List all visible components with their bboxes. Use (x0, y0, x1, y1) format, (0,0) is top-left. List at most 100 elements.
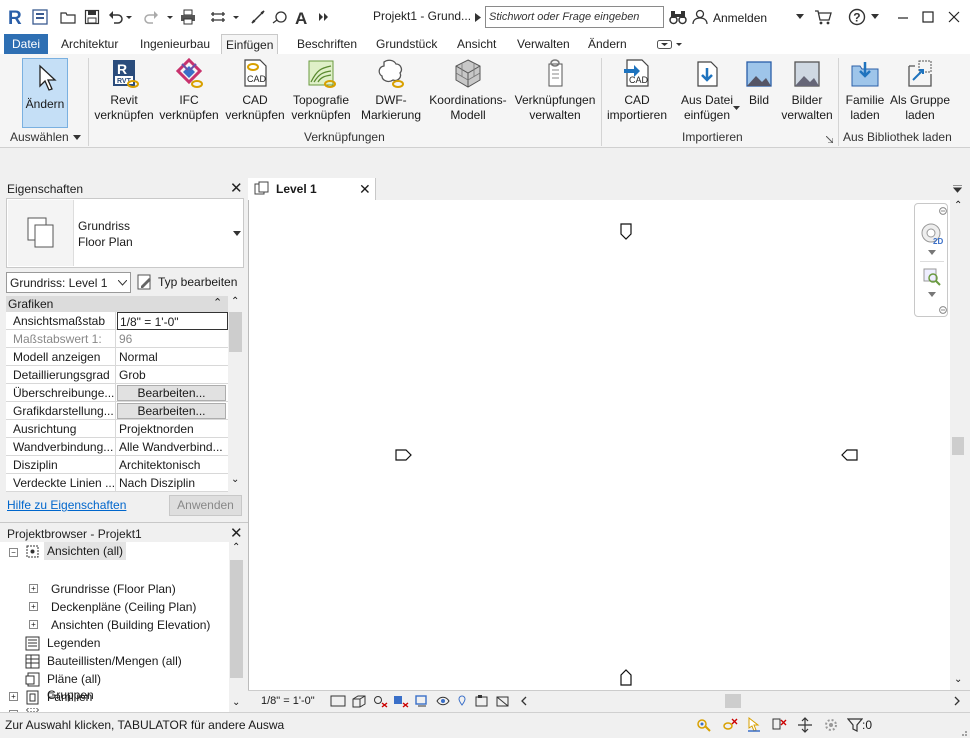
scroll-down-icon[interactable]: ⌄ (231, 474, 239, 485)
tree-item-ceiling-plans[interactable]: Deckenpläne (Ceiling Plan) (51, 598, 196, 616)
expand-toggle-icon[interactable]: + (29, 584, 38, 593)
tab-datei[interactable]: Datei (4, 34, 49, 54)
view-tab-level1[interactable]: Level 1 ✕ (248, 178, 376, 200)
edit-overrides-button[interactable]: Bearbeiten... (117, 385, 226, 401)
detail-level-icon[interactable] (330, 694, 346, 708)
scroll-up-icon[interactable]: ⌃ (954, 200, 962, 211)
tab-aendern[interactable]: Ändern (584, 34, 631, 54)
ribbon-minimize-icon[interactable] (657, 40, 683, 50)
browser-close-icon[interactable]: ✕ (230, 526, 243, 541)
expand-toggle-icon[interactable]: + (29, 602, 38, 611)
tree-item-views[interactable]: Ansichten (all) (44, 542, 127, 560)
revit-logo-icon[interactable]: R (7, 7, 23, 27)
undo-icon[interactable] (108, 9, 124, 25)
drag-elements-icon[interactable] (823, 717, 839, 733)
navbar-close-icon[interactable] (939, 207, 947, 215)
cart-icon[interactable] (814, 9, 832, 25)
view-hscroll-thumb[interactable] (725, 694, 741, 708)
reveal-hidden-icon[interactable] (474, 694, 490, 708)
tree-item-schedules[interactable]: Bauteillisten/Mengen (all) (47, 652, 182, 670)
view-scale[interactable]: 1/8" = 1'-0" (261, 695, 315, 707)
filter-count[interactable]: :0 (862, 718, 872, 732)
prop-row-detail-level[interactable]: Detaillierungsgrad Grob (6, 366, 228, 384)
shadows-icon[interactable] (393, 694, 409, 708)
zoom-dropdown-icon[interactable] (928, 292, 936, 298)
prop-value[interactable]: Grob (117, 366, 228, 384)
prop-row-discipline[interactable]: Disziplin Architektonisch (6, 456, 228, 474)
properties-scrollbar[interactable]: ⌃ ⌄ (228, 296, 243, 490)
prop-value[interactable]: Nach Disziplin (117, 474, 228, 492)
prop-row-graphic-display[interactable]: Grafikdarstellung... Bearbeiten... (6, 402, 228, 420)
cad-link-button[interactable]: CAD CAD verknüpfen (223, 58, 287, 123)
modify-button[interactable]: Ändern (22, 58, 68, 128)
prop-value-input[interactable]: 1/8" = 1'-0" (117, 312, 228, 330)
ifc-link-button[interactable]: IFC verknüpfen (158, 58, 220, 123)
load-family-button[interactable]: Familie laden (841, 58, 889, 123)
text-icon[interactable]: A (294, 9, 310, 25)
prop-row-scale[interactable]: Ansichtsmaßstab 1/8" = 1'-0" (6, 312, 228, 330)
worksets-icon[interactable] (696, 717, 712, 733)
type-selector[interactable]: Grundriss Floor Plan (6, 198, 244, 268)
tag-icon[interactable] (272, 9, 288, 25)
search-input[interactable]: Stichwort oder Frage eingeben (485, 6, 664, 28)
select-panel-label[interactable]: Auswählen (10, 130, 69, 144)
sun-path-icon[interactable] (372, 694, 388, 708)
tree-item-legends[interactable]: Legenden (47, 634, 100, 652)
select-links-icon[interactable] (722, 717, 738, 733)
coordination-model-button[interactable]: Koordinations- Modell (426, 58, 510, 123)
expand-toggle-icon[interactable]: + (9, 692, 18, 701)
save-icon[interactable] (84, 9, 100, 25)
filter-icon[interactable] (847, 717, 863, 733)
user-icon[interactable] (692, 9, 708, 25)
prop-row-hidden-lines[interactable]: Verdeckte Linien ... Nach Disziplin (6, 474, 228, 492)
open-icon[interactable] (60, 9, 76, 25)
manage-images-button[interactable]: Bilder verwalten (778, 58, 836, 123)
elevation-marker-south-icon[interactable] (619, 667, 633, 687)
elevation-marker-north-icon[interactable] (619, 222, 633, 242)
crop-view-icon[interactable] (414, 694, 430, 708)
elevation-marker-east-icon[interactable] (839, 448, 859, 462)
insert-file-dropdown-icon[interactable] (733, 106, 740, 111)
visual-style-icon[interactable] (351, 694, 367, 708)
help-dropdown-icon[interactable] (871, 14, 879, 20)
scroll-right-icon[interactable] (954, 696, 961, 706)
prop-row-orientation[interactable]: Ausrichtung Projektnorden (6, 420, 228, 438)
measure-icon[interactable] (210, 9, 226, 25)
help-icon[interactable]: ? (848, 8, 866, 26)
signin-dropdown-icon[interactable] (796, 14, 804, 20)
scroll-down-icon[interactable]: ⌄ (232, 697, 240, 708)
resize-grip-icon[interactable] (958, 729, 968, 737)
print-icon[interactable] (180, 9, 196, 25)
topo-link-button[interactable]: Topografie verknüpfen (289, 58, 353, 123)
more-quickaccess-icon[interactable] (318, 9, 330, 25)
revit-link-button[interactable]: R RVT Revit verknüpfen (92, 58, 156, 123)
tab-architektur[interactable]: Architektur (57, 34, 122, 54)
view-vscroll-thumb[interactable] (952, 437, 964, 455)
navbar-options-icon[interactable] (939, 306, 947, 314)
tree-item-groups[interactable]: Gruppen (47, 686, 94, 704)
properties-scroll-thumb[interactable] (229, 312, 242, 352)
tab-beschriften[interactable]: Beschriften (293, 34, 361, 54)
undo-dropdown-icon[interactable] (125, 9, 133, 25)
type-dropdown-icon[interactable] (233, 231, 241, 237)
scroll-left-icon[interactable] (520, 696, 527, 706)
scroll-down-icon[interactable]: ⌄ (954, 674, 962, 685)
import-dialog-launcher-icon[interactable] (826, 136, 833, 143)
steering-wheel-2d-icon[interactable]: 2D (920, 222, 944, 246)
zoom-region-icon[interactable] (922, 267, 942, 287)
signin-link[interactable]: Anmelden (713, 11, 767, 25)
image-button[interactable]: Bild (741, 58, 777, 108)
prop-row-overrides[interactable]: Überschreibunge... Bearbeiten... (6, 384, 228, 402)
scroll-up-icon[interactable]: ⌃ (231, 296, 239, 307)
load-as-group-button[interactable]: Als Gruppe laden (889, 58, 951, 123)
instance-filter-select[interactable]: Grundriss: Level 1 (6, 272, 131, 293)
measure-dropdown-icon[interactable] (232, 9, 240, 25)
tab-grundstueck[interactable]: Grundstück (372, 34, 441, 54)
browser-scroll-thumb[interactable] (230, 560, 243, 678)
tree-item-elevations[interactable]: Ansichten (Building Elevation) (51, 616, 210, 634)
prop-value[interactable]: Normal (117, 348, 228, 366)
manage-links-button[interactable]: Verknüpfungen verwalten (511, 58, 599, 123)
aligned-dimension-icon[interactable] (250, 9, 266, 25)
tab-einfuegen[interactable]: Einfügen (221, 34, 279, 55)
wheel-dropdown-icon[interactable] (928, 250, 936, 256)
